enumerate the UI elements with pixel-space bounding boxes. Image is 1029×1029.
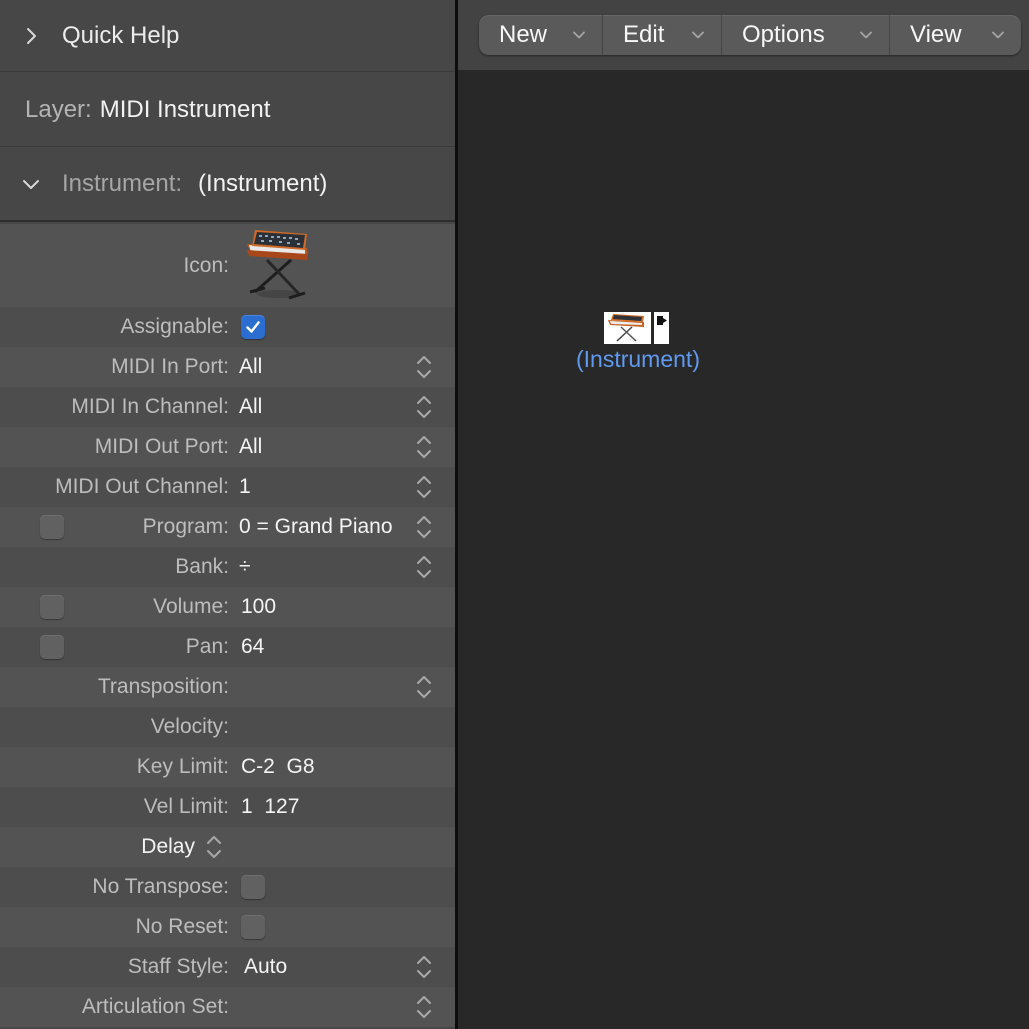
synthesizer-keyboard-icon[interactable] <box>241 226 313 304</box>
no-transpose-row: No Transpose: <box>0 867 455 907</box>
chevron-down-icon <box>573 31 585 39</box>
articulation-set-label: Articulation Set: <box>81 995 229 1018</box>
pan-enable-checkbox[interactable] <box>40 635 64 659</box>
up-down-stepper-icon[interactable] <box>414 674 434 700</box>
midi-in-channel-value[interactable]: All <box>239 387 262 427</box>
vel-limit-label: Vel Limit: <box>143 795 229 818</box>
midi-out-port-value[interactable]: All <box>239 427 262 467</box>
midi-out-channel-row[interactable]: MIDI Out Channel: 1 <box>0 467 455 507</box>
toolbar: New Edit Options View <box>458 0 1029 70</box>
midi-out-channel-value[interactable]: 1 <box>239 467 251 507</box>
no-transpose-label: No Transpose: <box>92 875 229 898</box>
no-reset-label: No Reset: <box>135 915 229 938</box>
up-down-stepper-icon[interactable] <box>204 834 224 860</box>
midi-in-port-row[interactable]: MIDI In Port: All <box>0 347 455 387</box>
up-down-stepper-icon[interactable] <box>414 474 434 500</box>
program-row[interactable]: Program: 0 = Grand Piano <box>0 507 455 547</box>
pan-value[interactable]: 64 <box>241 627 264 667</box>
options-menu-label: Options <box>742 21 825 48</box>
delay-selector[interactable]: Delay <box>0 827 455 867</box>
no-reset-row: No Reset: <box>0 907 455 947</box>
up-down-stepper-icon[interactable] <box>414 954 434 980</box>
quick-help-header[interactable]: Quick Help <box>0 0 455 72</box>
chevron-down-icon <box>860 31 872 39</box>
chevron-down-icon[interactable] <box>20 173 42 195</box>
bank-label: Bank: <box>175 555 229 578</box>
no-reset-checkbox[interactable] <box>241 915 265 939</box>
volume-row[interactable]: Volume: 100 <box>0 587 455 627</box>
volume-enable-checkbox[interactable] <box>40 595 64 619</box>
bank-value[interactable]: ÷ <box>239 547 251 587</box>
volume-label: Volume: <box>153 595 229 618</box>
vel-limit-value[interactable]: 1 127 <box>241 787 299 827</box>
midi-in-port-value[interactable]: All <box>239 347 262 387</box>
instrument-object[interactable]: (Instrument) <box>562 312 722 382</box>
delay-row[interactable]: Delay <box>0 827 455 867</box>
assignable-checkbox[interactable] <box>241 315 265 339</box>
staff-style-label: Staff Style: <box>127 955 229 978</box>
transposition-label: Transposition: <box>97 675 229 698</box>
staff-style-row[interactable]: Staff Style: Auto <box>0 947 455 987</box>
new-menu-button[interactable]: New <box>479 15 603 55</box>
up-down-stepper-icon[interactable] <box>414 434 434 460</box>
articulation-set-row[interactable]: Articulation Set: <box>0 987 455 1027</box>
instrument-parameters: Icon: Assignable: MIDI In Port: All MIDI… <box>0 224 455 1027</box>
program-enable-checkbox[interactable] <box>40 515 64 539</box>
assignable-row: Assignable: <box>0 307 455 347</box>
midi-out-port-label: MIDI Out Port: <box>94 435 229 458</box>
instrument-header[interactable]: Instrument: (Instrument) <box>0 148 455 222</box>
midi-out-channel-label: MIDI Out Channel: <box>55 475 229 498</box>
up-down-stepper-icon[interactable] <box>414 994 434 1020</box>
volume-value[interactable]: 100 <box>241 587 276 627</box>
no-transpose-checkbox[interactable] <box>241 875 265 899</box>
view-menu-button[interactable]: View <box>890 15 1021 55</box>
chevron-down-icon <box>992 31 1004 39</box>
up-down-stepper-icon[interactable] <box>414 554 434 580</box>
layer-value: MIDI Instrument <box>99 95 271 123</box>
layer-label: Layer: <box>25 95 92 123</box>
up-down-stepper-icon[interactable] <box>414 354 434 380</box>
chevron-down-icon <box>692 31 704 39</box>
midi-output-port-icon[interactable] <box>654 312 669 344</box>
pan-row[interactable]: Pan: 64 <box>0 627 455 667</box>
staff-style-value[interactable]: Auto <box>244 947 287 987</box>
inspector-panel: Quick Help Layer: MIDI Instrument Instru… <box>0 0 455 1029</box>
up-down-stepper-icon[interactable] <box>414 394 434 420</box>
instrument-name[interactable]: (Instrument) <box>198 170 327 198</box>
midi-out-port-row[interactable]: MIDI Out Port: All <box>0 427 455 467</box>
quick-help-title: Quick Help <box>62 21 180 49</box>
chevron-right-icon[interactable] <box>20 25 42 47</box>
instrument-label: Instrument: <box>62 170 183 197</box>
midi-in-channel-row[interactable]: MIDI In Channel: All <box>0 387 455 427</box>
synthesizer-keyboard-icon[interactable] <box>604 312 651 344</box>
edit-menu-label: Edit <box>623 21 665 48</box>
bank-row[interactable]: Bank: ÷ <box>0 547 455 587</box>
midi-in-port-label: MIDI In Port: <box>111 355 229 378</box>
pan-label: Pan: <box>185 635 229 658</box>
transposition-row[interactable]: Transposition: <box>0 667 455 707</box>
layer-header: Layer: MIDI Instrument <box>0 73 455 147</box>
velocity-row[interactable]: Velocity: <box>0 707 455 747</box>
key-limit-label: Key Limit: <box>136 755 229 778</box>
vel-limit-row[interactable]: Vel Limit: 1 127 <box>0 787 455 827</box>
environment-area: New Edit Options View (Instrument) <box>458 0 1029 1029</box>
program-value[interactable]: 0 = Grand Piano <box>239 507 393 547</box>
edit-menu-button[interactable]: Edit <box>603 15 722 55</box>
velocity-label: Velocity: <box>150 715 229 738</box>
delay-label: Delay <box>141 835 195 858</box>
icon-row: Icon: <box>0 224 455 307</box>
key-limit-value[interactable]: C-2 G8 <box>241 747 315 787</box>
options-menu-button[interactable]: Options <box>722 15 890 55</box>
program-label: Program: <box>142 515 229 538</box>
midi-in-channel-label: MIDI In Channel: <box>71 395 229 418</box>
up-down-stepper-icon[interactable] <box>414 514 434 540</box>
key-limit-row[interactable]: Key Limit: C-2 G8 <box>0 747 455 787</box>
assignable-label: Assignable: <box>120 315 229 338</box>
menu-segmented-control: New Edit Options View <box>479 15 1021 55</box>
instrument-object-name[interactable]: (Instrument) <box>562 346 714 373</box>
icon-label: Icon: <box>183 253 229 277</box>
view-menu-label: View <box>910 21 962 48</box>
new-menu-label: New <box>499 21 548 48</box>
checkmark-icon <box>246 321 260 333</box>
